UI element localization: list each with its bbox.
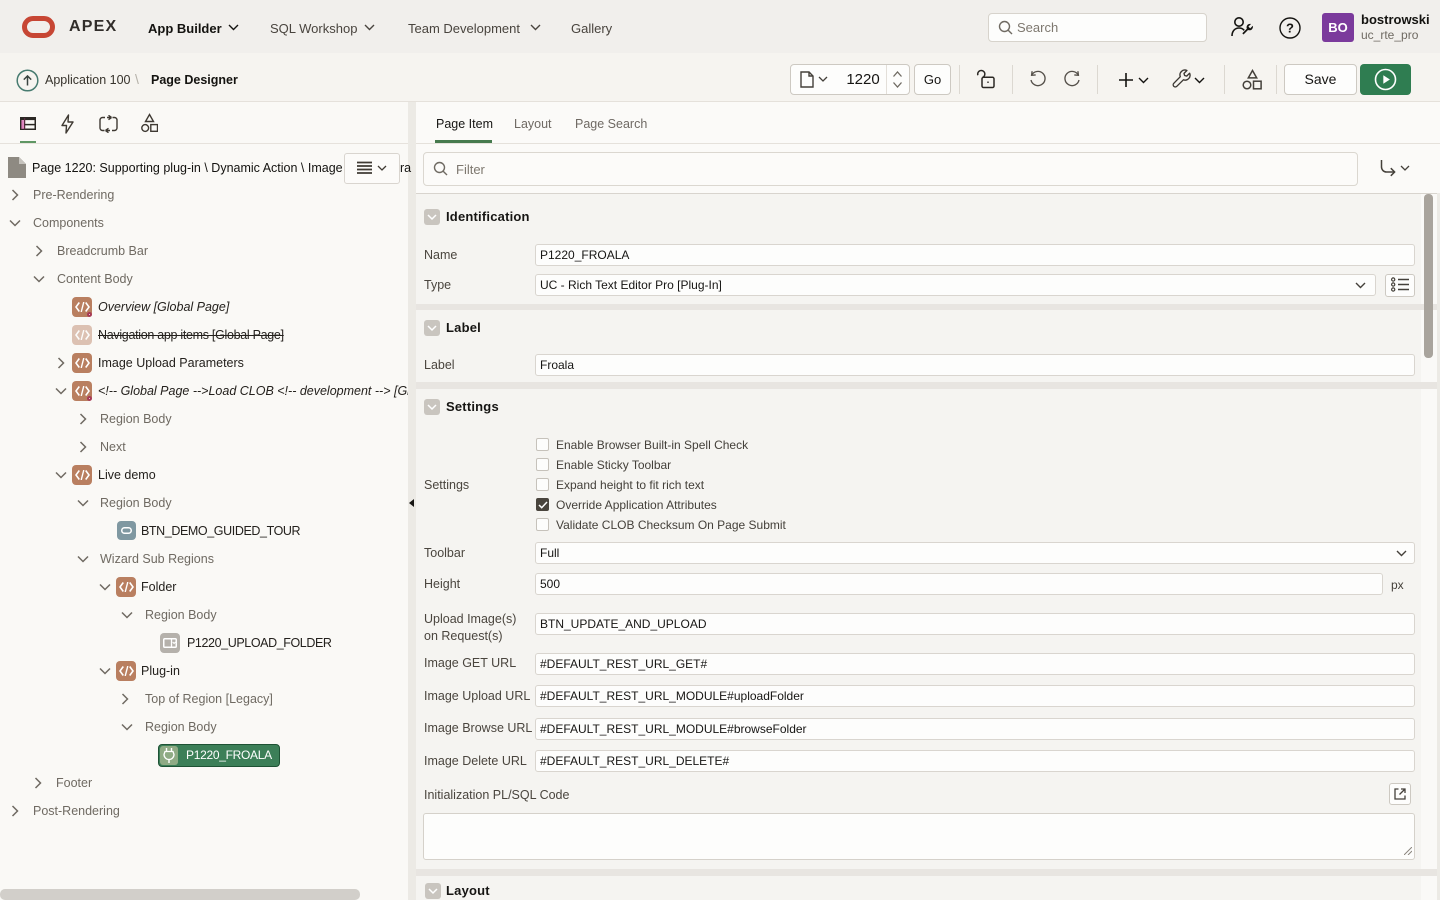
svg-text:?: ? — [1286, 21, 1294, 36]
